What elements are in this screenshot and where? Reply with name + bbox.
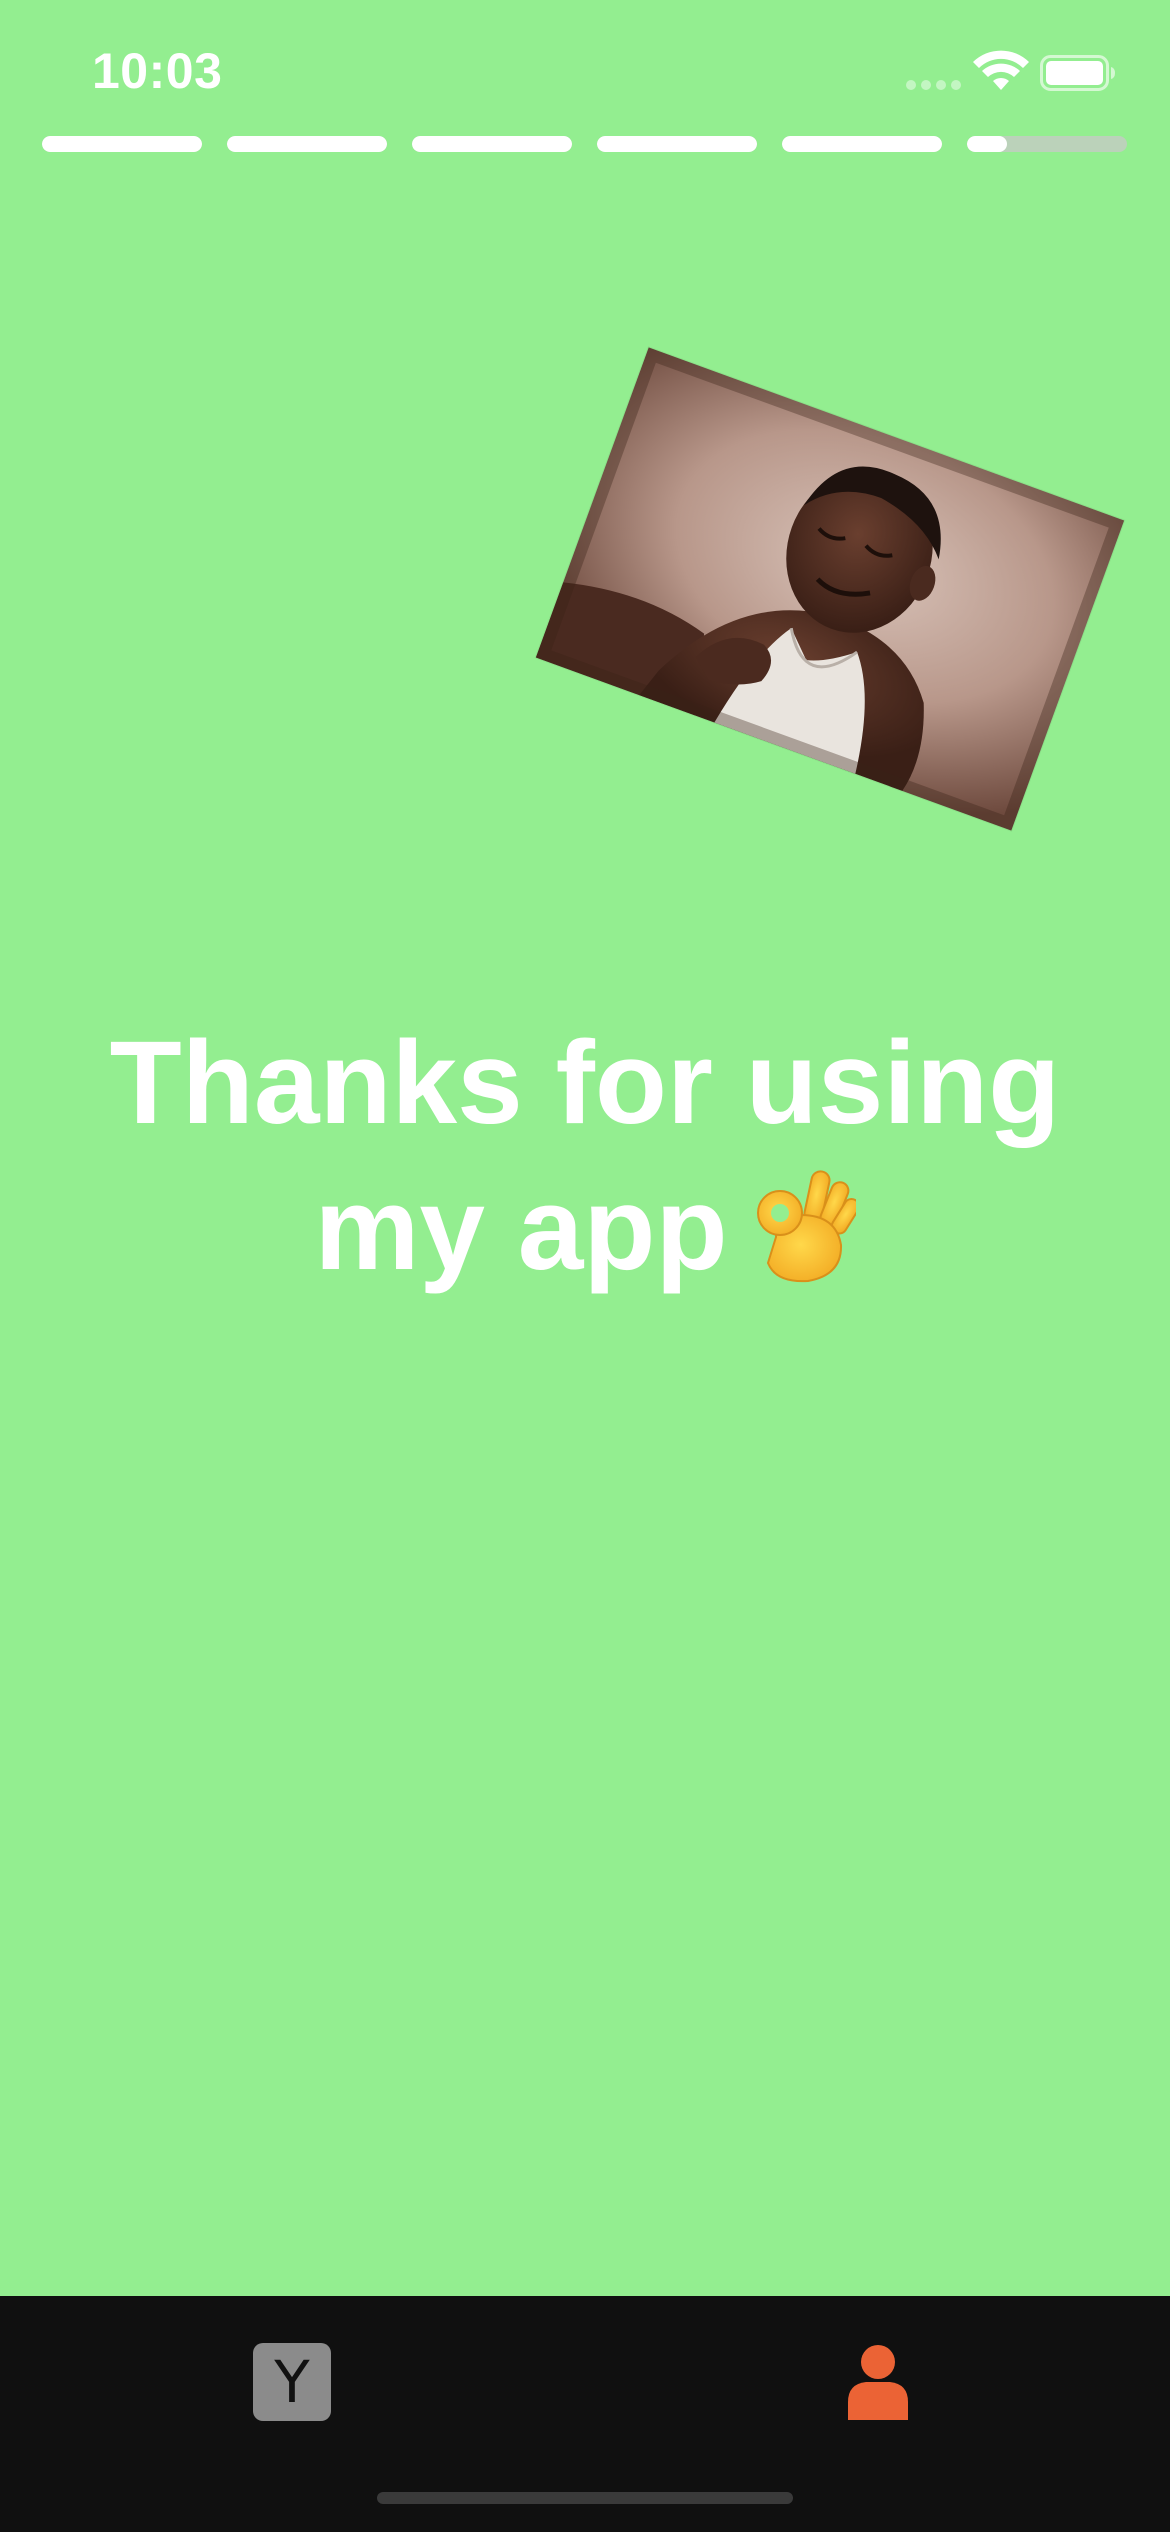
home-indicator bbox=[377, 2492, 793, 2504]
story-progress bbox=[42, 136, 1128, 152]
status-time: 10:03 bbox=[92, 43, 223, 99]
progress-segment-fill bbox=[227, 136, 387, 152]
progress-segment bbox=[967, 136, 1127, 152]
message-line-1: Thanks for using bbox=[109, 1017, 1061, 1149]
ok-hand-icon bbox=[756, 1170, 856, 1283]
message-line-2: my app bbox=[314, 1163, 728, 1295]
progress-segment-fill bbox=[782, 136, 942, 152]
status-bar: 10:03 bbox=[0, 0, 1170, 130]
progress-segment bbox=[597, 136, 757, 152]
tab-profile[interactable] bbox=[828, 2332, 928, 2432]
signal-dots-icon bbox=[906, 80, 962, 92]
progress-segment-fill bbox=[412, 136, 572, 152]
progress-segment bbox=[782, 136, 942, 152]
progress-segment bbox=[227, 136, 387, 152]
story-photo bbox=[535, 347, 1125, 831]
progress-segment bbox=[42, 136, 202, 152]
photo-image bbox=[535, 347, 1125, 831]
progress-segment-fill bbox=[42, 136, 202, 152]
progress-segment-fill bbox=[967, 136, 1007, 152]
tab-hacker-news[interactable]: Y bbox=[242, 2332, 342, 2432]
message-line-2-wrap: my app bbox=[0, 1156, 1170, 1302]
person-icon bbox=[848, 2345, 908, 2420]
progress-segment bbox=[412, 136, 572, 152]
story-message: Thanks for using my app bbox=[0, 1010, 1170, 1302]
progress-segment-fill bbox=[597, 136, 757, 152]
battery-icon bbox=[1040, 55, 1115, 91]
y-logo-icon: Y bbox=[253, 2343, 331, 2421]
wifi-icon bbox=[973, 50, 1029, 90]
